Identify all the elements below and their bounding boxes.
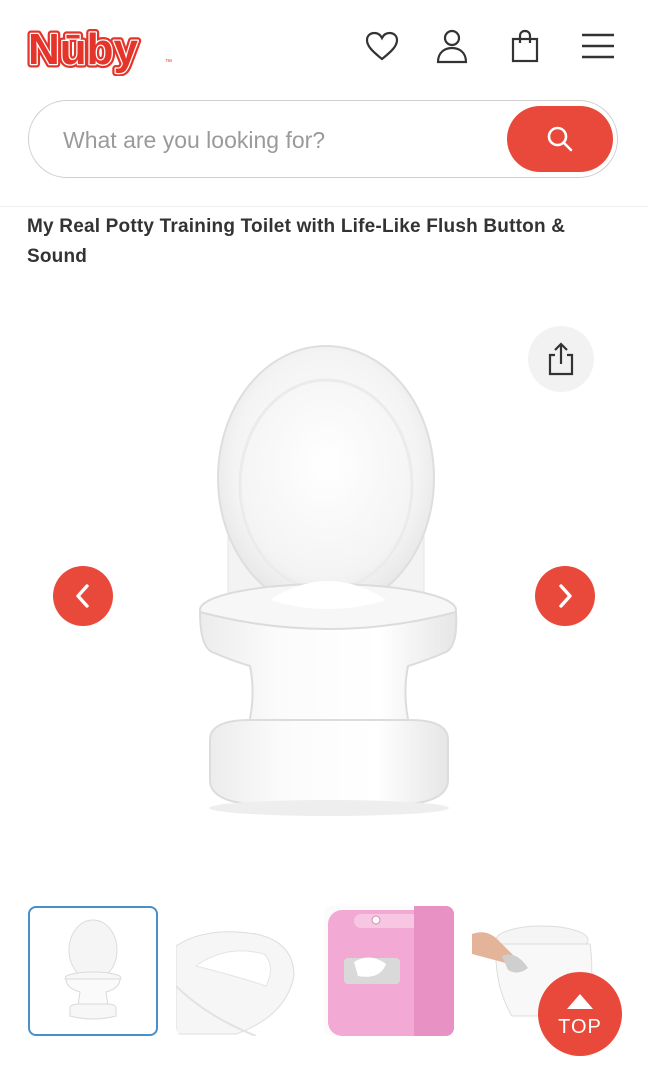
nuby-logo[interactable]: Nūby Nūby Nūby ™ <box>25 14 176 78</box>
search-button[interactable] <box>507 106 613 172</box>
search-bar <box>28 100 618 178</box>
share-icon <box>548 342 574 376</box>
thumbnail-main-potty[interactable] <box>28 906 158 1036</box>
share-button[interactable] <box>528 326 594 392</box>
search-icon <box>547 126 573 152</box>
chevron-left-icon <box>76 584 89 608</box>
product-title: My Real Potty Training Toilet with Life-… <box>27 216 566 267</box>
svg-text:™: ™ <box>165 59 172 66</box>
previous-image-button[interactable] <box>53 566 113 626</box>
site-header: Nūby Nūby Nūby ™ <box>0 0 648 92</box>
wishlist-heart-icon[interactable] <box>362 26 402 66</box>
next-image-button[interactable] <box>535 566 595 626</box>
account-icon[interactable] <box>432 26 472 66</box>
caret-up-icon <box>567 994 593 1009</box>
hamburger-menu-icon[interactable] <box>578 26 618 66</box>
search-input[interactable] <box>61 121 495 159</box>
thumbnail-seat-closeup[interactable] <box>176 906 306 1036</box>
thumbnail-pink-wipes-holder[interactable] <box>324 906 454 1036</box>
back-to-top-label: TOP <box>558 1016 602 1038</box>
back-to-top-button[interactable]: TOP <box>538 972 622 1056</box>
chevron-right-icon <box>559 584 572 608</box>
shopping-bag-icon[interactable] <box>505 26 545 66</box>
header-divider <box>0 206 648 207</box>
svg-text:Nūby: Nūby <box>28 25 139 74</box>
